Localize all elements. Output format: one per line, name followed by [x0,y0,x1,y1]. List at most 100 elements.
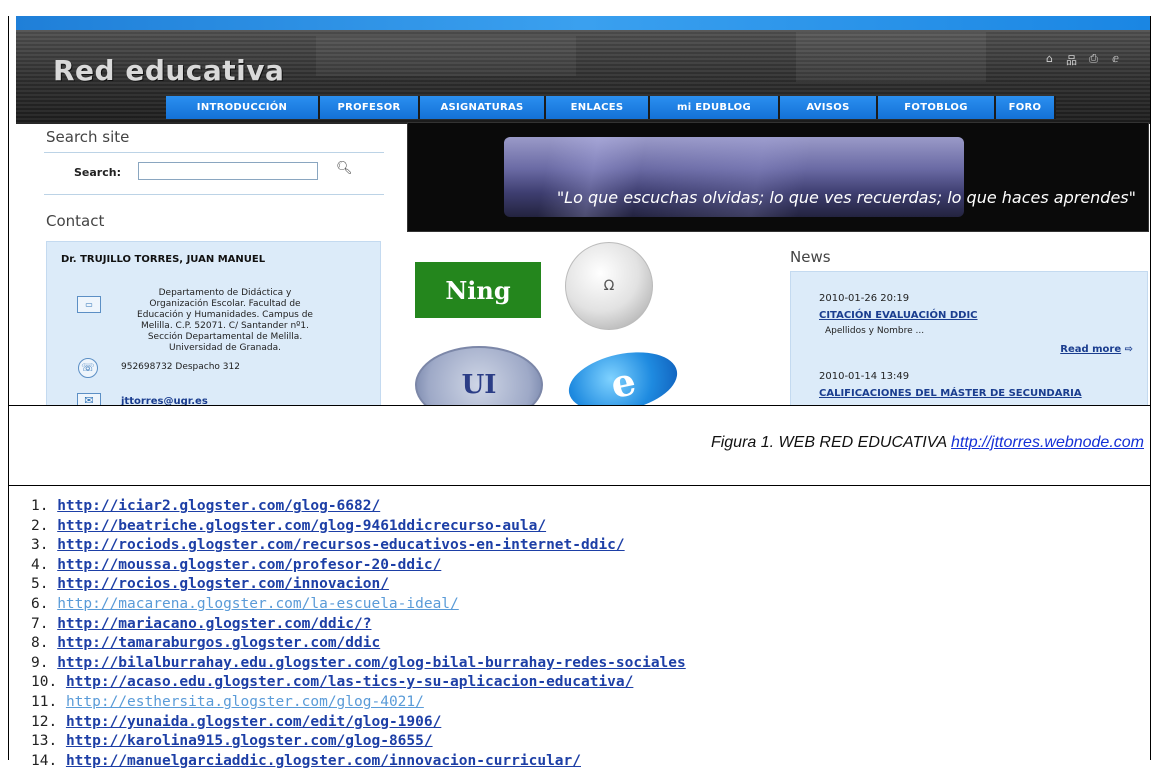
list-item-number: 6. [31,595,49,612]
internet-explorer-logo[interactable]: e [563,343,683,405]
list-item: 9. http://bilalburrahay.edu.glogster.com… [31,654,1131,674]
list-item: 5. http://rocios.glogster.com/innovacion… [31,575,1131,595]
list-item-link[interactable]: http://macarena.glogster.com/la-escuela-… [57,596,459,612]
frame-divider-1 [8,405,1151,406]
ning-logo[interactable]: Ning [415,262,541,318]
search-input[interactable] [138,162,318,180]
list-item-number: 10. [31,674,58,691]
list-item-link[interactable]: http://rocios.glogster.com/innovacion/ [57,576,389,592]
figure-caption: Figura 1. WEB RED EDUCATIVA http://jttor… [711,434,1144,452]
list-item-number: 13. [31,733,58,750]
read-more-link[interactable]: Read more ⇨ [1060,344,1133,355]
contact-email-link[interactable]: jttorres@ugr.es [121,396,208,405]
divider [44,194,384,195]
list-item: 6. http://macarena.glogster.com/la-escue… [31,595,1131,615]
list-item-link[interactable]: http://esthersita.glogster.com/glog-4021… [66,694,424,710]
frame-divider-2 [8,485,1151,486]
banner-quote: "Lo que escuchas olvidas; lo que ves rec… [556,188,1136,207]
list-item-number: 14. [31,752,58,769]
home-icon[interactable]: ⌂ [1043,52,1056,68]
list-item-link[interactable]: http://bilalburrahay.edu.glogster.com/gl… [57,655,686,671]
contact-phone: 952698732 Despacho 312 [121,362,240,372]
frame-left-border [8,16,9,760]
address-line: Educación y Humanidades. Campus de [137,310,313,320]
address-card-icon: ▭ [77,296,101,313]
nav-mi-edublog[interactable]: mi EDUBLOG [650,96,780,119]
frame-right-border [1150,16,1151,760]
list-item: 8. http://tamaraburgos.glogster.com/ddic [31,634,1131,654]
list-item: 14. http://manuelgarciaddic.glogster.com… [31,752,1131,771]
news-title-link[interactable]: CALIFICACIONES DEL MÁSTER DE SECUNDARIA [819,388,1082,399]
caption-url-link[interactable]: http://jttorres.webnode.com [951,434,1144,451]
contact-name: Dr. TRUJILLO TORRES, JUAN MANUEL [61,254,266,265]
list-item-link[interactable]: http://mariacano.glogster.com/ddic/? [57,616,371,632]
nav-asignaturas[interactable]: ASIGNATURAS [420,96,546,119]
left-column: Search site Search: 🔍︎ Contact Dr. TRUJI… [16,124,396,405]
list-item-link[interactable]: http://tamaraburgos.glogster.com/ddic [57,635,380,651]
list-item-link[interactable]: http://iciar2.glogster.com/glog-6682/ [57,498,380,514]
list-item-link[interactable]: http://karolina915.glogster.com/glog-865… [66,733,433,749]
search-icon[interactable]: 🔍︎ [336,161,353,176]
address-line: Organización Escolar. Facultad de [149,299,301,309]
address-line: Sección Departamental de Melilla. [147,332,303,342]
list-item-link[interactable]: http://rociods.glogster.com/recursos-edu… [57,537,624,553]
top-accent-bar [16,16,1150,30]
list-item: 13. http://karolina915.glogster.com/glog… [31,732,1131,752]
list-item: 2. http://beatriche.glogster.com/glog-94… [31,517,1131,537]
nav-enlaces[interactable]: ENLACES [546,96,650,119]
mail-icon: ✉ [77,393,101,405]
search-label: Search: [74,166,121,179]
list-item: 4. http://moussa.glogster.com/profesor-2… [31,556,1131,576]
divider [44,152,384,153]
list-item-number: 8. [31,635,49,652]
website-screenshot: Red educativa ⌂ 品 ⎙ ⅇ INTRODUCCIÓN PROFE… [16,16,1150,405]
list-item: 7. http://mariacano.glogster.com/ddic/? [31,615,1131,635]
list-item-link[interactable]: http://beatriche.glogster.com/glog-9461d… [57,518,546,534]
rss-icon[interactable]: ⅇ [1109,52,1122,68]
list-item: 3. http://rociods.glogster.com/recursos-… [31,536,1131,556]
site-title[interactable]: Red educativa [53,54,284,87]
print-icon[interactable]: ⎙ [1087,52,1100,68]
read-more-label[interactable]: Read more [1060,344,1121,355]
contact-address: Departamento de Didáctica y Organización… [105,288,345,354]
university-seal-logo[interactable]: UI [415,346,543,405]
nav-foro[interactable]: FORO [996,96,1056,119]
list-item: 10. http://acaso.edu.glogster.com/las-ti… [31,673,1131,693]
contact-heading: Contact [46,212,105,230]
phone-icon: ☏ [78,358,98,378]
list-item: 12. http://yunaida.glogster.com/edit/glo… [31,713,1131,733]
wikipedia-logo[interactable]: Ω [565,242,653,330]
quote-banner: "Lo que escuchas olvidas; lo que ves rec… [407,122,1149,232]
list-item: 1. http://iciar2.glogster.com/glog-6682/ [31,497,1131,517]
nav-profesor[interactable]: PROFESOR [320,96,420,119]
list-item-link[interactable]: http://moussa.glogster.com/profesor-20-d… [57,557,441,573]
news-snippet: Apellidos y Nombre ... [825,326,925,336]
list-item: 11. http://esthersita.glogster.com/glog-… [31,693,1131,713]
sitemap-icon[interactable]: 品 [1065,52,1078,68]
list-item-number: 4. [31,556,49,573]
main-nav: INTRODUCCIÓN PROFESOR ASIGNATURAS ENLACE… [166,96,1056,119]
list-item-number: 9. [31,654,49,671]
link-list: 1. http://iciar2.glogster.com/glog-6682/… [31,497,1131,771]
list-item-number: 11. [31,693,58,710]
nav-avisos[interactable]: AVISOS [780,96,878,119]
news-title-link[interactable]: CITACIÓN EVALUACIÓN DDIC [819,310,978,321]
news-box: 2010-01-26 20:19 CITACIÓN EVALUACIÓN DDI… [790,271,1148,405]
news-heading: News [790,248,831,266]
list-item-number: 1. [31,498,49,514]
contact-box: Dr. TRUJILLO TORRES, JUAN MANUEL ▭ Depar… [46,241,381,405]
caption-text: Figura 1. WEB RED EDUCATIVA [710,434,952,451]
site-header: Red educativa ⌂ 品 ⎙ ⅇ INTRODUCCIÓN PROFE… [16,30,1150,124]
arrow-right-icon: ⇨ [1124,344,1133,355]
list-item-link[interactable]: http://manuelgarciaddic.glogster.com/inn… [66,753,581,769]
list-item-link[interactable]: http://acaso.edu.glogster.com/las-tics-y… [66,674,633,690]
nav-introduccion[interactable]: INTRODUCCIÓN [166,96,320,119]
nav-fotoblog[interactable]: FOTOBLOG [878,96,996,119]
list-item-number: 2. [31,517,49,534]
address-line: Departamento de Didáctica y [158,288,292,298]
news-date: 2010-01-26 20:19 [819,293,910,304]
news-date: 2010-01-14 13:49 [819,371,910,382]
list-item-link[interactable]: http://yunaida.glogster.com/edit/glog-19… [66,714,441,730]
address-line: Universidad de Granada. [169,343,281,353]
list-item-number: 7. [31,615,49,632]
